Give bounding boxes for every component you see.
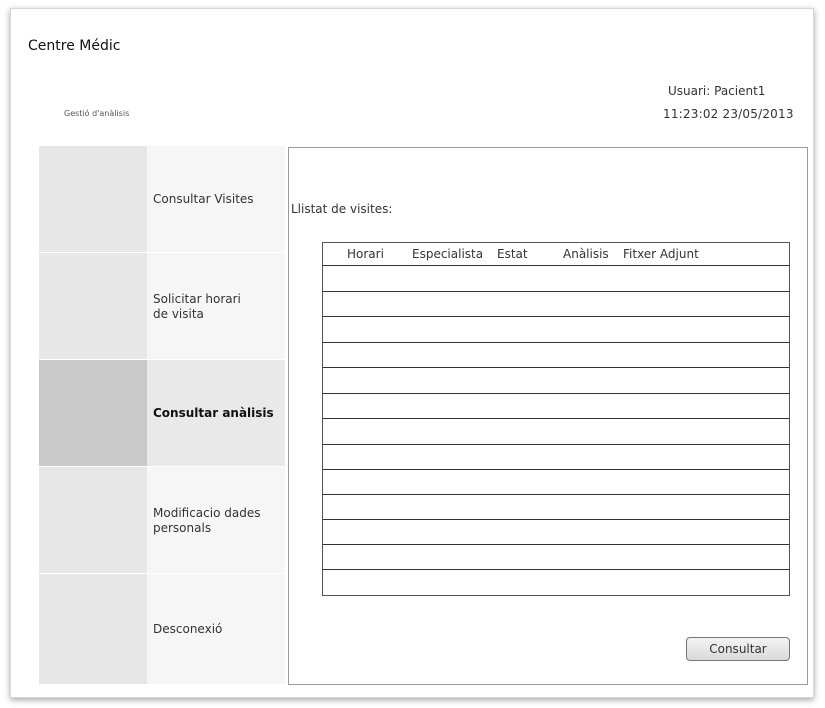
sidebar-item-label: Consultar anàlisis [147,360,285,467]
sidebar-item-swatch [39,467,147,574]
table-header: Horari Especialista Estat Anàlisis Fitxe… [323,243,789,266]
column-header-horari: Horari [347,247,384,261]
section-title: Gestió d'anàlisis [64,109,130,118]
table-row[interactable] [323,494,789,495]
sidebar-item-solicitar-horari[interactable]: Solicitar horari de visita [39,253,285,360]
sidebar-item-swatch [39,146,147,253]
sidebar-item-consultar-visites[interactable]: Consultar Visites [39,146,285,253]
sidebar-item-consultar-analisis[interactable]: Consultar anàlisis [39,360,285,467]
sidebar-item-swatch [39,360,147,467]
user-label: Usuari: Pacient1 [668,84,766,98]
sidebar-item-swatch [39,253,147,360]
sidebar-item-modificacio-dades[interactable]: Modificacio dades personals [39,467,285,574]
table-row[interactable] [323,519,789,520]
table-row[interactable] [323,342,789,343]
table-row[interactable] [323,469,789,470]
table-row[interactable] [323,544,789,545]
sidebar-item-desconexio[interactable]: Desconexió [39,574,285,684]
table-row[interactable] [323,393,789,394]
sidebar-item-label: Modificacio dades personals [147,467,285,574]
list-title: Llistat de visites: [291,202,393,216]
column-header-especialista: Especialista [412,247,484,261]
table-row[interactable] [323,444,789,445]
sidebar-item-swatch [39,574,147,684]
column-header-analisis: Anàlisis [563,247,609,261]
table-row[interactable] [323,418,789,419]
table-row[interactable] [323,291,789,292]
app-title: Centre Médic [28,38,121,54]
sidebar-item-label: Consultar Visites [147,146,285,253]
column-header-fitxer-adjunt: Fitxer Adjunt [623,247,699,261]
visits-table: Horari Especialista Estat Anàlisis Fitxe… [322,242,790,596]
sidebar-item-label: Desconexió [147,574,285,684]
column-header-estat: Estat [497,247,528,261]
table-row[interactable] [323,569,789,570]
table-row[interactable] [323,316,789,317]
datetime-label: 11:23:02 23/05/2013 [663,107,794,121]
consultar-button[interactable]: Consultar [686,637,790,661]
sidebar-item-label: Solicitar horari de visita [147,253,285,360]
table-row[interactable] [323,367,789,368]
sidebar: Consultar Visites Solicitar horari de vi… [39,146,285,684]
